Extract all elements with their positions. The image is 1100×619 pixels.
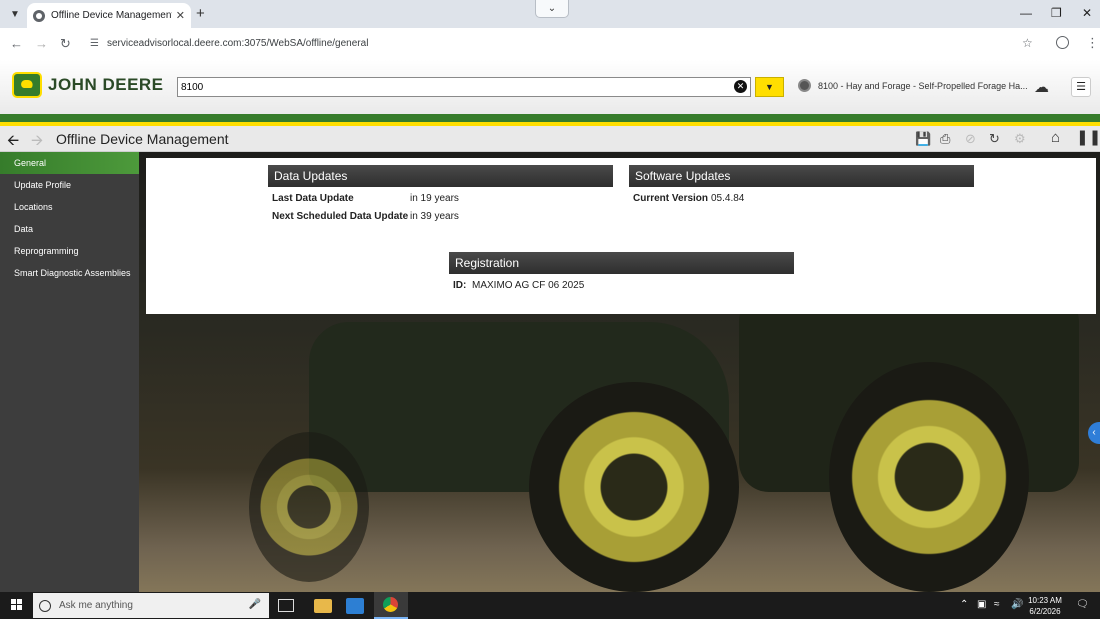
new-tab-plus-icon[interactable]: +	[196, 5, 205, 23]
current-version-value: 05.4.84	[711, 193, 745, 204]
url-field[interactable]: ☰ serviceadvisorlocal.deere.com:3075/Web…	[84, 32, 1044, 55]
print-icon[interactable]: ⎙	[940, 131, 950, 147]
software-updates-header: Software Updates	[629, 165, 974, 187]
machine-label: 8100 - Hay and Forage - Self-Propelled F…	[818, 80, 1028, 91]
chrome-icon	[383, 597, 398, 612]
left-wheel-shape	[249, 432, 369, 582]
app-window-icon[interactable]	[346, 598, 364, 614]
chrome-taskbar-button[interactable]	[374, 592, 408, 619]
browser-tab-bar: ▼ Offline Device Management :: S ✕ + ⌄ —…	[0, 0, 1100, 28]
settings-gear-icon[interactable]: ⚙	[1014, 131, 1026, 147]
url-text: serviceadvisorlocal.deere.com:3075/WebSA…	[106, 38, 369, 49]
volume-icon[interactable]: 🔊	[1011, 599, 1023, 610]
registration-header: Registration	[449, 252, 794, 274]
address-bar: ← → ↻ ☰ serviceadvisorlocal.deere.com:30…	[0, 28, 1100, 60]
sidebar-item-reprogramming[interactable]: Reprogramming	[0, 240, 139, 262]
tab-title: Offline Device Management :: S	[51, 10, 172, 21]
tab-search-chevron-icon[interactable]: ⌄	[535, 0, 569, 18]
machine-gear-icon	[798, 79, 811, 92]
notifications-icon[interactable]: 🗨	[1076, 599, 1089, 610]
pause-icon[interactable]: ❚❚	[1076, 128, 1100, 146]
browser-menu-icon[interactable]: ⋮	[1086, 35, 1099, 51]
taskbar-search-placeholder: Ask me anything	[59, 600, 133, 611]
brand-wordmark: JOHN DEERE	[48, 75, 164, 94]
cortana-icon	[39, 599, 51, 612]
browser-tab[interactable]: Offline Device Management :: S ✕	[27, 3, 191, 28]
microphone-icon[interactable]: 🎤	[249, 599, 261, 610]
last-data-update-value: in 19 years	[410, 193, 459, 204]
sidebar-item-update-profile[interactable]: Update Profile	[0, 174, 139, 196]
search-input[interactable]	[178, 78, 718, 96]
sidebar-item-general[interactable]: General	[0, 152, 139, 174]
tray-chevron-icon[interactable]: ⌃	[960, 599, 968, 610]
app-header: JOHN DEERE ✕ ▼ 8100 - Hay and Forage - S…	[0, 60, 1100, 114]
rear-wheel-shape	[829, 362, 1029, 592]
window-close-icon[interactable]: ✕	[1082, 6, 1092, 20]
search-clear-icon[interactable]: ✕	[734, 80, 747, 93]
refresh-icon[interactable]: ↻	[989, 131, 1000, 147]
taskbar-search[interactable]: Ask me anything 🎤	[33, 593, 269, 618]
minimize-icon[interactable]: —	[1020, 6, 1032, 20]
cancel-icon[interactable]: ⊘	[965, 131, 976, 147]
site-info-icon[interactable]: ☰	[90, 38, 99, 49]
search-dropdown-button[interactable]: ▼	[755, 77, 784, 97]
page-title-bar: 🡨 🡪 Offline Device Management 💾 ⎙ ⊘ ↻ ⚙ …	[0, 126, 1100, 152]
file-explorer-icon[interactable]	[314, 599, 332, 613]
bookmark-star-icon[interactable]: ☆	[1022, 36, 1033, 50]
front-wheel-shape	[529, 382, 739, 592]
machine-selector[interactable]: 8100 - Hay and Forage - Self-Propelled F…	[798, 79, 1028, 92]
current-version-label: Current Version	[633, 193, 709, 204]
save-icon[interactable]: 💾	[915, 131, 931, 147]
john-deere-logo: JOHN DEERE	[12, 72, 164, 98]
wifi-icon[interactable]: ≈	[994, 599, 1000, 610]
browser-back-icon[interactable]: ←	[10, 36, 23, 51]
brand-stripe-green	[0, 114, 1100, 122]
browser-forward-icon[interactable]: →	[35, 36, 48, 51]
general-content-panel: Data Updates Last Data Update in 19 year…	[146, 158, 1096, 314]
taskbar-clock[interactable]: 10:23 AM 6/2/2026	[1026, 595, 1064, 617]
hamburger-menu-icon[interactable]: ☰	[1071, 77, 1091, 97]
windows-start-icon[interactable]	[11, 599, 23, 611]
sidebar-item-locations[interactable]: Locations	[0, 196, 139, 218]
task-view-icon[interactable]	[278, 599, 294, 612]
tab-list-chevron-icon[interactable]: ▼	[6, 5, 24, 23]
last-data-update-label: Last Data Update	[272, 193, 354, 204]
reload-icon[interactable]: ↻	[60, 36, 71, 52]
next-data-update-value: in 39 years	[410, 211, 459, 222]
page-title: Offline Device Management	[56, 131, 229, 147]
search-box: ✕	[177, 77, 751, 97]
tab-favicon-icon	[33, 9, 45, 22]
battery-icon[interactable]: ▣	[977, 599, 986, 610]
profile-icon[interactable]	[1056, 36, 1069, 49]
home-icon[interactable]: ⌂	[1051, 129, 1060, 146]
restore-icon[interactable]: ❐	[1051, 6, 1062, 20]
deer-logo-icon	[12, 72, 42, 98]
clock-date: 6/2/2026	[1029, 607, 1061, 616]
sidebar: General Update Profile Locations Data Re…	[0, 152, 139, 592]
tab-close-icon[interactable]: ✕	[176, 9, 185, 22]
clock-time: 10:23 AM	[1028, 596, 1062, 605]
next-data-update-label: Next Scheduled Data Update	[272, 211, 409, 222]
sidebar-item-smart-diagnostic-assemblies[interactable]: Smart Diagnostic Assemblies	[0, 262, 139, 284]
sidebar-item-data[interactable]: Data	[0, 218, 139, 240]
data-updates-header: Data Updates	[268, 165, 613, 187]
cloud-offline-icon[interactable]: ☁	[1034, 78, 1049, 96]
registration-id-value: MAXIMO AG CF 06 2025	[472, 280, 585, 291]
registration-id-label: ID:	[453, 280, 467, 291]
windows-taskbar: Ask me anything 🎤 ⌃ ▣ ≈ 🔊 10:23 AM 6/2/2…	[0, 592, 1100, 619]
